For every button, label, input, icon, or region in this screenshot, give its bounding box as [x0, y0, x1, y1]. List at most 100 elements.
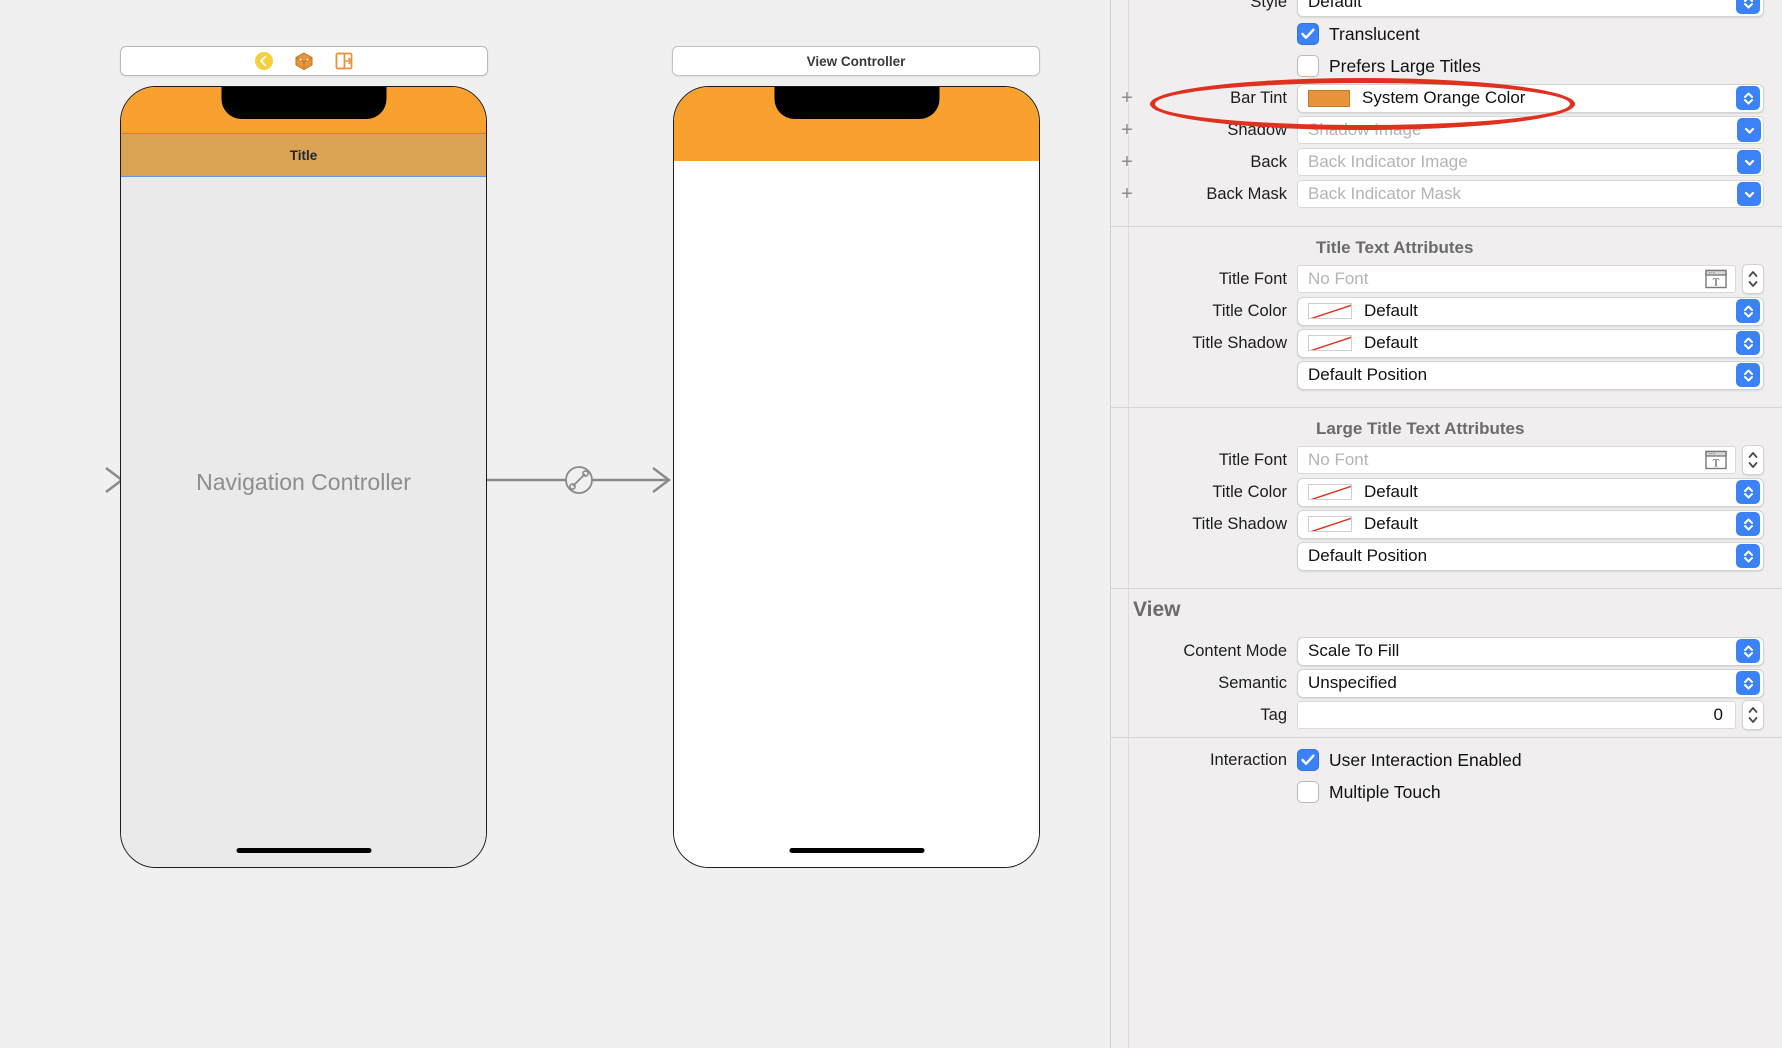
row-large-title-font[interactable]: Title Font No Font T	[1111, 444, 1782, 476]
large-title-shadow-position-value: Default Position	[1308, 546, 1428, 565]
default-color-swatch	[1308, 516, 1352, 532]
chevron-up-down-icon[interactable]	[1736, 544, 1760, 568]
section-divider	[1111, 407, 1782, 408]
translucent-checkbox[interactable]	[1297, 23, 1319, 45]
row-title-font[interactable]: Title Font No Font T	[1111, 263, 1782, 295]
navigation-controller-content[interactable]: Navigation Controller	[121, 177, 486, 867]
exit-icon[interactable]	[334, 51, 354, 71]
content-mode-value: Scale To Fill	[1308, 641, 1400, 660]
relationship-segue[interactable]	[487, 460, 677, 500]
heading-view: View	[1133, 598, 1181, 621]
style-popup[interactable]: Default	[1297, 0, 1764, 17]
tag-field[interactable]: 0	[1297, 701, 1736, 729]
label-tag: Tag	[1260, 705, 1287, 724]
row-multiple-touch[interactable]: Multiple Touch	[1111, 776, 1782, 808]
title-font-field[interactable]: No Font T	[1297, 265, 1736, 293]
first-responder-icon[interactable]	[294, 51, 314, 71]
chevron-up-down-icon[interactable]	[1736, 671, 1760, 695]
label-interaction: Interaction	[1209, 750, 1287, 769]
font-picker-icon[interactable]: T	[1705, 269, 1727, 289]
chevron-up-down-icon[interactable]	[1736, 512, 1760, 536]
bar-tint-add-button[interactable]: +	[1118, 88, 1136, 108]
large-title-shadow-position-popup[interactable]: Default Position	[1297, 541, 1764, 571]
row-content-mode[interactable]: Content Mode Scale To Fill	[1111, 635, 1782, 667]
back-add-button[interactable]: +	[1118, 152, 1136, 172]
storyboard-canvas[interactable]: Title Navigation Controller View Control…	[0, 0, 1110, 1048]
chevron-up-down-icon[interactable]	[1736, 299, 1760, 323]
chevron-up-down-icon[interactable]	[1736, 639, 1760, 663]
heading-title-text-attributes: Title Text Attributes	[1316, 238, 1474, 257]
chevron-up-down-icon[interactable]	[1736, 0, 1760, 14]
svg-text:T: T	[1713, 277, 1720, 289]
home-indicator	[236, 848, 371, 853]
row-semantic[interactable]: Semantic Unspecified	[1111, 667, 1782, 699]
row-prefers-large-titles[interactable]: Prefers Large Titles	[1111, 50, 1782, 82]
label-bar-tint: Bar Tint	[1230, 88, 1287, 107]
chevron-down-icon[interactable]	[1737, 118, 1761, 142]
row-back-mask[interactable]: + Back Mask Back Indicator Mask	[1111, 178, 1782, 210]
row-style[interactable]: Style Default	[1111, 0, 1782, 18]
large-title-color-popup[interactable]: Default	[1297, 477, 1764, 507]
label-large-title-color: Title Color	[1212, 482, 1287, 501]
row-title-shadow[interactable]: Title Shadow Default	[1111, 327, 1782, 359]
row-translucent[interactable]: Translucent	[1111, 18, 1782, 50]
scene-title-label: View Controller	[806, 53, 906, 69]
row-large-title-shadow[interactable]: Title Shadow Default	[1111, 508, 1782, 540]
title-shadow-value: Default	[1364, 333, 1418, 352]
navigation-bar[interactable]: Title	[121, 133, 486, 177]
scene-label-navigation-controller: Navigation Controller	[196, 469, 411, 495]
chevron-down-icon[interactable]	[1737, 150, 1761, 174]
chevron-up-down-icon[interactable]	[1736, 480, 1760, 504]
user-interaction-enabled-checkbox[interactable]	[1297, 749, 1319, 771]
attributes-inspector-panel[interactable]: Style Default Translucent Prefers Large …	[1110, 0, 1782, 1048]
device-notch-2	[774, 87, 939, 119]
device-notch	[221, 87, 386, 119]
back-indicator-image-field[interactable]: Back Indicator Image	[1297, 148, 1764, 176]
chevron-down-icon[interactable]	[1737, 182, 1761, 206]
chevron-up-down-icon[interactable]	[1736, 363, 1760, 387]
device-frame-navigation-controller[interactable]: Title Navigation Controller	[120, 86, 487, 868]
label-title-font: Title Font	[1218, 269, 1287, 288]
section-divider	[1111, 737, 1782, 738]
title-font-stepper[interactable]	[1742, 264, 1764, 294]
view-controller-icon[interactable]	[254, 51, 274, 71]
scene-title-view-controller[interactable]: View Controller	[672, 46, 1040, 76]
title-color-popup[interactable]: Default	[1297, 296, 1764, 326]
shadow-add-button[interactable]: +	[1118, 120, 1136, 140]
row-shadow[interactable]: + Shadow Shadow Image	[1111, 114, 1782, 146]
multiple-touch-label: Multiple Touch	[1329, 781, 1441, 802]
title-shadow-popup[interactable]: Default	[1297, 328, 1764, 358]
row-tag[interactable]: Tag 0	[1111, 699, 1782, 731]
device-frame-view-controller[interactable]	[673, 86, 1040, 868]
view-controller-content[interactable]	[674, 161, 1039, 867]
chevron-up-down-icon[interactable]	[1736, 86, 1760, 110]
style-value: Default	[1308, 0, 1362, 11]
prefers-large-titles-checkbox[interactable]	[1297, 55, 1319, 77]
bar-tint-color-swatch	[1308, 89, 1350, 107]
large-title-shadow-popup[interactable]: Default	[1297, 509, 1764, 539]
back-indicator-mask-field[interactable]: Back Indicator Mask	[1297, 180, 1764, 208]
row-bar-tint[interactable]: + Bar Tint System Orange Color	[1111, 82, 1782, 114]
font-picker-icon[interactable]: T	[1705, 450, 1727, 470]
large-title-font-stepper[interactable]	[1742, 445, 1764, 475]
row-large-title-shadow-position[interactable]: Default Position	[1111, 540, 1782, 572]
row-large-title-color[interactable]: Title Color Default	[1111, 476, 1782, 508]
chevron-up-down-icon[interactable]	[1736, 331, 1760, 355]
multiple-touch-checkbox[interactable]	[1297, 781, 1319, 803]
row-back[interactable]: + Back Back Indicator Image	[1111, 146, 1782, 178]
heading-large-title-text-attributes: Large Title Text Attributes	[1316, 419, 1525, 438]
label-large-title-font: Title Font	[1218, 450, 1287, 469]
large-title-font-field[interactable]: No Font T	[1297, 446, 1736, 474]
title-shadow-position-popup[interactable]: Default Position	[1297, 360, 1764, 390]
back-mask-add-button[interactable]: +	[1118, 184, 1136, 204]
shadow-image-field[interactable]: Shadow Image	[1297, 116, 1764, 144]
row-title-color[interactable]: Title Color Default	[1111, 295, 1782, 327]
scene-dock-navigation-controller[interactable]	[120, 46, 488, 76]
content-mode-popup[interactable]: Scale To Fill	[1297, 636, 1764, 666]
tag-stepper[interactable]	[1742, 700, 1764, 730]
large-title-shadow-value: Default	[1364, 514, 1418, 533]
row-title-shadow-position[interactable]: Default Position	[1111, 359, 1782, 391]
bar-tint-popup[interactable]: System Orange Color	[1297, 83, 1764, 113]
row-interaction[interactable]: Interaction User Interaction Enabled	[1111, 744, 1782, 776]
semantic-popup[interactable]: Unspecified	[1297, 668, 1764, 698]
